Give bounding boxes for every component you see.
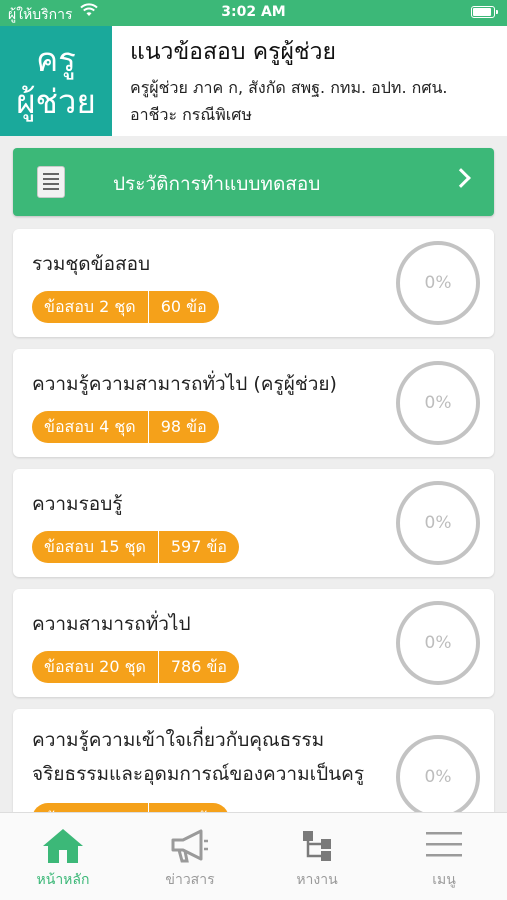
tab-news-label: ข่าวสาร — [165, 872, 215, 888]
page-title: แนวข้อสอบ ครูผู้ช่วย — [130, 39, 336, 65]
tab-menu[interactable]: เมนู — [381, 813, 507, 900]
category-card[interactable]: ความสามารถทั่วไป ข้อสอบ 20 ชุด 786 ข้อ 0… — [13, 589, 494, 697]
page-subtitle: ครูผู้ช่วย ภาค ก, สังกัด สพฐ. กทม. อปท. … — [130, 78, 448, 124]
category-card[interactable]: รวมชุดข้อสอบ ข้อสอบ 2 ชุด 60 ข้อ 0% — [13, 229, 494, 337]
app-header: ครู ผู้ช่วย แนวข้อสอบ ครูผู้ช่วย ครูผู้ช… — [0, 26, 507, 136]
set-count: ข้อสอบ 20 ชุด — [44, 657, 146, 676]
category-title: รวมชุดข้อสอบ — [32, 253, 151, 275]
set-count: ข้อสอบ 4 ชุด — [44, 417, 136, 436]
logo-line-1: ครู — [36, 40, 76, 79]
progress-ring: 0% — [396, 241, 480, 325]
progress-ring: 0% — [396, 735, 480, 819]
tab-news[interactable]: ข่าวสาร — [127, 813, 253, 900]
category-stats-badge: ข้อสอบ 20 ชุด 786 ข้อ — [32, 651, 240, 683]
question-count: 597 ข้อ — [157, 531, 239, 563]
document-icon — [37, 166, 65, 198]
org-chart-icon — [299, 827, 335, 867]
tab-home[interactable]: หน้าหลัก — [0, 813, 126, 900]
home-icon — [41, 827, 85, 869]
clock: 3:02 AM — [221, 4, 286, 20]
category-title: ความรอบรู้ — [32, 493, 123, 515]
chevron-right-icon — [451, 168, 471, 188]
category-title: ความรู้ความเข้าใจเกี่ยวกับคุณธรรม จริยธร… — [32, 729, 365, 785]
battery-icon — [471, 6, 498, 18]
category-stats-badge: ข้อสอบ 2 ชุด 60 ข้อ — [32, 291, 219, 323]
tab-menu-label: เมนู — [432, 872, 456, 888]
question-count: 786 ข้อ — [157, 651, 239, 683]
category-card[interactable]: ความรู้ความสามารถทั่วไป (ครูผู้ช่วย) ข้อ… — [13, 349, 494, 457]
category-title: ความรู้ความสามารถทั่วไป (ครูผู้ช่วย) — [32, 373, 337, 395]
set-count: ข้อสอบ 2 ชุด — [44, 297, 136, 316]
tab-jobs[interactable]: หางาน — [254, 813, 380, 900]
test-history-button[interactable]: ประวัติการทำแบบทดสอบ — [13, 148, 494, 216]
megaphone-icon — [169, 827, 211, 869]
status-bar: ผู้ให้บริการ 3:02 AM — [0, 0, 507, 26]
question-count: 60 ข้อ — [147, 291, 219, 323]
category-stats-badge: ข้อสอบ 15 ชุด 597 ข้อ — [32, 531, 240, 563]
category-title: ความสามารถทั่วไป — [32, 613, 191, 635]
question-count: 98 ข้อ — [147, 411, 219, 443]
progress-ring: 0% — [396, 361, 480, 445]
category-card[interactable]: ความรอบรู้ ข้อสอบ 15 ชุด 597 ข้อ 0% — [13, 469, 494, 577]
category-card[interactable]: ความรู้ความเข้าใจเกี่ยวกับคุณธรรม จริยธร… — [13, 709, 494, 829]
tab-home-label: หน้าหลัก — [36, 872, 90, 888]
bottom-tab-bar: หน้าหลัก ข่าวสาร หางาน เมนู — [0, 812, 507, 900]
menu-icon — [424, 827, 464, 865]
category-stats-badge: ข้อสอบ 4 ชุด 98 ข้อ — [32, 411, 219, 443]
progress-ring: 0% — [396, 601, 480, 685]
test-history-label: ประวัติการทำแบบทดสอบ — [113, 173, 321, 195]
app-logo: ครู ผู้ช่วย — [0, 26, 112, 136]
set-count: ข้อสอบ 15 ชุด — [44, 537, 146, 556]
progress-ring: 0% — [396, 481, 480, 565]
tab-jobs-label: หางาน — [296, 872, 338, 888]
logo-line-2: ผู้ช่วย — [16, 82, 96, 121]
